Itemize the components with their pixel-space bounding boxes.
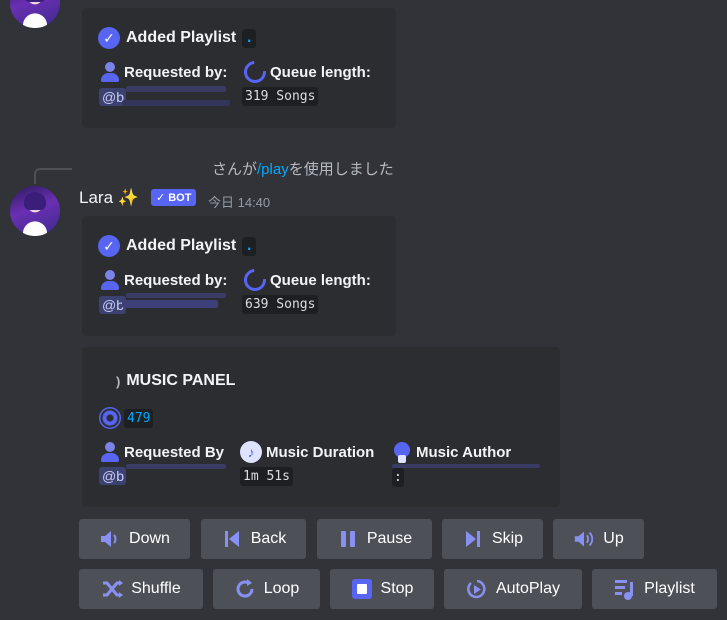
music-panel-title: ) MUSIC PANEL bbox=[116, 372, 236, 389]
volume-down-icon bbox=[99, 528, 121, 550]
pause-button[interactable]: Pause bbox=[317, 519, 432, 559]
autoplay-icon bbox=[466, 578, 488, 600]
user-mention[interactable]: @b bbox=[99, 467, 126, 485]
music-duration-value: 1m 51s bbox=[240, 467, 293, 486]
embed-music-panel: ) MUSIC PANEL 479 Requested By @b ♪ Musi… bbox=[82, 347, 560, 507]
bot-tag: ✓ BOT bbox=[151, 189, 197, 206]
next-track-icon bbox=[462, 528, 484, 550]
embed-added-playlist: ✓ Added Playlist . Requested by: @b Queu… bbox=[82, 216, 396, 336]
message-timestamp: 今日 14:40 bbox=[208, 195, 271, 210]
user-icon bbox=[100, 61, 120, 83]
field-requested-by: Requested By bbox=[100, 441, 224, 463]
embed-title: ✓ Added Playlist . bbox=[98, 27, 257, 49]
queue-length-value: 319 Songs bbox=[242, 87, 319, 106]
field-queue-length: Queue length: bbox=[239, 56, 371, 88]
music-author-icon bbox=[392, 441, 412, 463]
pause-icon bbox=[337, 528, 359, 550]
redacted-username bbox=[126, 86, 226, 92]
disc-icon bbox=[99, 407, 121, 429]
music-panel-icon: ) bbox=[116, 373, 121, 389]
playlist-button[interactable]: Playlist bbox=[592, 569, 717, 609]
embed-title: ✓ Added Playlist . bbox=[98, 235, 257, 257]
bot-avatar-top[interactable] bbox=[10, 0, 60, 28]
check-circle-icon: ✓ bbox=[98, 235, 120, 257]
user-icon bbox=[100, 441, 120, 463]
skip-button[interactable]: Skip bbox=[442, 519, 543, 559]
check-icon: ✓ bbox=[156, 192, 166, 204]
stop-button[interactable]: Stop bbox=[330, 569, 434, 609]
loop-button[interactable]: Loop bbox=[213, 569, 320, 609]
redacted-username bbox=[126, 464, 226, 469]
volume-up-button[interactable]: Up bbox=[553, 519, 644, 559]
redacted-author bbox=[392, 464, 540, 468]
command-link[interactable]: /play bbox=[257, 161, 289, 178]
music-duration-icon: ♪ bbox=[240, 441, 262, 463]
redacted-username bbox=[126, 293, 226, 298]
field-queue-length: Queue length: bbox=[239, 264, 371, 296]
field-music-duration: ♪ Music Duration bbox=[240, 441, 374, 463]
sparkles-icon: ✨ bbox=[117, 188, 139, 207]
back-button[interactable]: Back bbox=[201, 519, 306, 559]
track-number: 479 bbox=[124, 408, 154, 428]
refresh-icon bbox=[239, 56, 271, 88]
field-music-author: Music Author bbox=[392, 441, 511, 463]
previous-track-icon bbox=[221, 528, 243, 550]
volume-down-button[interactable]: Down bbox=[79, 519, 190, 559]
volume-up-icon bbox=[573, 528, 595, 550]
music-author-value: : bbox=[392, 464, 540, 488]
author-name[interactable]: Lara ✨ bbox=[79, 188, 139, 208]
field-requested-by: Requested by: bbox=[100, 269, 227, 291]
redacted-username bbox=[122, 100, 230, 106]
autoplay-button[interactable]: AutoPlay bbox=[444, 569, 582, 609]
loop-icon bbox=[234, 578, 256, 600]
field-requested-by: Requested by: bbox=[100, 61, 227, 83]
user-icon bbox=[100, 269, 120, 291]
title-code: . bbox=[242, 28, 257, 48]
track-row: 479 bbox=[99, 407, 154, 429]
redacted-username bbox=[122, 300, 218, 308]
embed-added-playlist-top: ✓ Added Playlist . Requested by: @b Queu… bbox=[82, 8, 396, 128]
shuffle-icon bbox=[101, 578, 124, 600]
queue-length-value: 639 Songs bbox=[242, 295, 319, 314]
refresh-icon bbox=[239, 264, 271, 296]
bot-avatar[interactable] bbox=[10, 186, 60, 236]
stop-icon bbox=[351, 578, 373, 600]
command-usage-line: さんが/playを使用しました bbox=[212, 161, 394, 178]
title-code: . bbox=[242, 236, 257, 256]
playlist-icon bbox=[614, 578, 636, 600]
shuffle-button[interactable]: Shuffle bbox=[79, 569, 203, 609]
check-circle-icon: ✓ bbox=[98, 27, 120, 49]
reply-connector bbox=[34, 168, 72, 184]
